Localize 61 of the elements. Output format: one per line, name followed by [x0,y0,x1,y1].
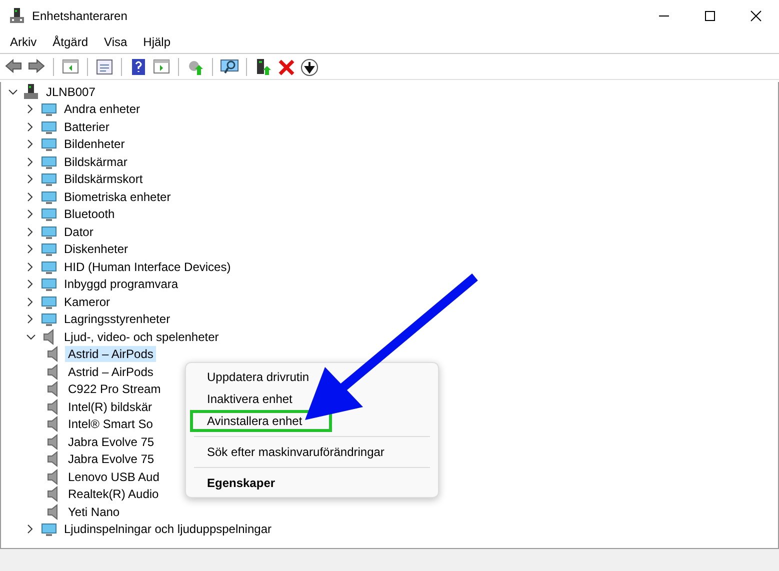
device-icon [41,311,57,328]
properties-button[interactable] [95,58,114,76]
menu-item[interactable]: Åtgärd [44,35,96,49]
device-icon [41,521,57,538]
menu-item[interactable]: Sök efter maskinvaruförändringar [190,441,434,463]
back-button[interactable] [4,58,23,76]
tree-item[interactable]: C922 Pro Stream [65,381,164,398]
tree-item[interactable]: Biometriska enheter [61,188,174,205]
menu-item[interactable]: Visa [96,35,136,49]
tree-item[interactable]: Dator [61,224,96,240]
computer-icon [23,84,39,100]
computer-icon [10,8,24,24]
device-icon [41,154,57,170]
window-title: Enhetshanteraren [32,8,128,22]
menu-item[interactable]: Inaktivera enhet [190,388,434,410]
forward-button[interactable] [27,58,46,76]
add-device-button[interactable] [254,58,273,76]
device-icon [41,171,57,188]
tree-item[interactable]: Ljud-, video- och spelenheter [61,328,222,345]
tree-item[interactable]: Bildskärmskort [61,171,146,188]
tree-item[interactable]: Intel® Smart So [65,416,156,432]
tree-item[interactable]: Ljudinspelningar och ljuduppspelningar [61,521,274,538]
tree-item[interactable]: Jabra Evolve 75 [65,434,158,450]
tree-item[interactable]: Kameror [61,294,114,310]
device-icon [41,118,57,135]
device-icon [41,276,57,292]
panel-button[interactable] [152,58,171,76]
tree-item[interactable]: Bluetooth [61,206,118,222]
remove-button[interactable] [277,58,296,76]
tree-item[interactable]: Astrid – AirPods [65,346,156,362]
tree-item[interactable]: Lenovo USB Aud [65,468,162,485]
tree-item[interactable]: Intel(R) bildskär [65,398,156,415]
device-icon [41,241,57,258]
device-icon [41,224,57,240]
help-button[interactable] [129,58,148,76]
tree-item[interactable]: HID (Human Interface Devices) [61,258,234,275]
tree-item[interactable]: Lagringsstyrenheter [61,311,174,328]
tree-item[interactable]: Astrid – AirPods [65,364,156,380]
device-icon [41,294,57,310]
panel-button[interactable] [61,58,80,76]
menu-item[interactable]: Egenskaper [190,472,434,494]
device-icon [41,188,57,205]
device-icon [41,136,57,152]
tree-item[interactable]: JLNB007 [43,84,98,100]
menu-item[interactable]: Arkiv [2,35,45,49]
scan-button[interactable] [220,58,239,76]
tree-item[interactable]: Batterier [61,118,112,135]
menu-item[interactable]: Hjälp [135,35,179,49]
tree-item[interactable]: Inbyggd programvara [61,276,182,292]
menu-item[interactable]: Uppdatera drivrutin [190,366,434,388]
tree-item[interactable]: Yeti Nano [65,504,123,520]
tree-item[interactable]: Bildskärmar [61,154,130,170]
download-button[interactable] [300,58,319,76]
tree-item[interactable]: Realtek(R) Audio [65,486,162,502]
device-icon [41,206,57,222]
tree-item[interactable]: Diskenheter [61,241,132,258]
tree-item[interactable]: Bildenheter [61,136,128,152]
device-icon [41,258,57,275]
device-icon [41,101,57,118]
tree-item[interactable]: Jabra Evolve 75 [65,451,158,468]
tree-item[interactable]: Andra enheter [61,101,144,118]
